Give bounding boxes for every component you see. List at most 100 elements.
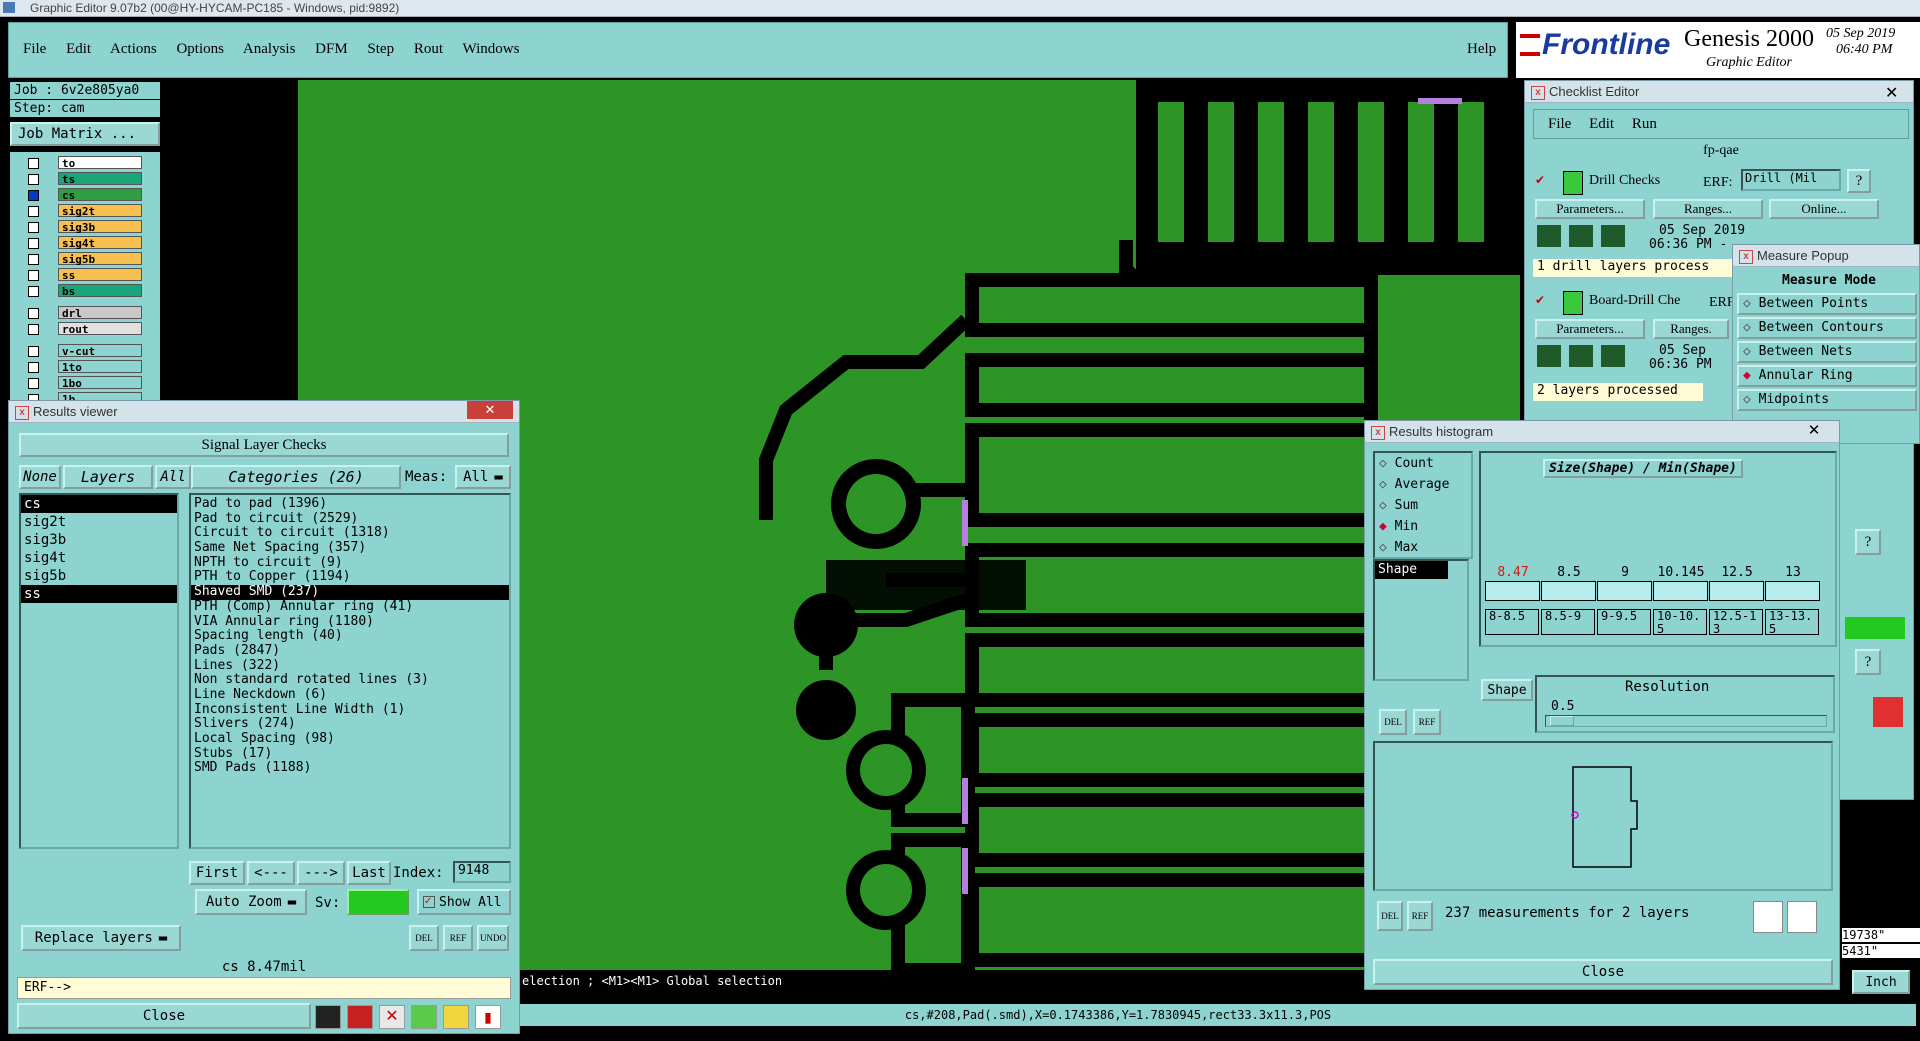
category-list[interactable]: Pad to pad (1396) Pad to circuit (2529) Ci… (189, 493, 511, 849)
check1-erf-input[interactable]: Drill (Mil (1741, 169, 1841, 191)
meas-select[interactable]: All ▬ (455, 465, 511, 489)
erf-prompt[interactable]: ERF--> (17, 977, 511, 999)
result-layer-item[interactable]: ss (21, 585, 177, 603)
result-layer-item[interactable]: cs (21, 495, 177, 513)
delete-icon[interactable]: ✕ (379, 1005, 405, 1029)
histogram-close-icon[interactable]: ✕ (1799, 421, 1829, 441)
layer-visibility-checkbox[interactable] (28, 158, 39, 169)
results-viewer-close-icon[interactable]: ✕ (467, 401, 513, 419)
del-button[interactable]: DEL (409, 925, 439, 951)
results-close-button[interactable]: Close (17, 1003, 311, 1029)
index-input[interactable]: 9148 (453, 861, 511, 883)
layer-visibility-checkbox[interactable] (28, 324, 39, 335)
measure-option[interactable]: ◇ Between Contours (1737, 317, 1917, 339)
layer-visibility-checkbox[interactable] (28, 206, 39, 217)
check2-ranges-button[interactable]: Ranges. (1653, 319, 1729, 339)
menu-analysis[interactable]: Analysis (243, 41, 296, 57)
category-item[interactable]: Lines (322) (191, 658, 509, 674)
check1-params-button[interactable]: Parameters... (1535, 199, 1645, 219)
layer-name-label[interactable]: sig4t (58, 236, 142, 250)
category-item[interactable]: Non standard rotated lines (3) (191, 673, 509, 688)
histogram-bar[interactable] (1485, 581, 1540, 601)
category-item[interactable]: Same Net Spacing (357) (191, 540, 509, 556)
histogram-bar[interactable] (1709, 581, 1764, 601)
layer-visibility-checkbox[interactable] (28, 238, 39, 249)
measure-option[interactable]: ◇ Midpoints (1737, 389, 1917, 411)
run-icon[interactable] (1537, 225, 1561, 247)
histogram-bar[interactable] (1541, 581, 1596, 601)
run-icon[interactable] (1601, 345, 1625, 367)
layer-result-list[interactable]: cs sig2t sig3b sig4t sig5b ss (19, 493, 179, 849)
category-item[interactable]: Slivers (274) (191, 717, 509, 732)
menu-rout[interactable]: Rout (414, 41, 443, 57)
category-item[interactable]: Line Neckdown (6) (191, 687, 509, 703)
layer-name-label[interactable]: 1to (58, 360, 142, 374)
measure-option[interactable]: ◆ Annular Ring (1737, 365, 1917, 387)
replace-layers-select[interactable]: Replace layers ▬ (21, 925, 181, 951)
category-item[interactable]: Pads (2847) (191, 643, 509, 659)
menu-edit[interactable]: Edit (66, 41, 91, 57)
histogram-bar[interactable] (1597, 581, 1652, 601)
check-doc-icon[interactable] (411, 1005, 437, 1029)
checklist-menu-edit[interactable]: Edit (1589, 116, 1614, 132)
highlight-icon[interactable] (315, 1005, 341, 1029)
shape-list[interactable]: Shape (1373, 559, 1469, 681)
report-icon[interactable] (443, 1005, 469, 1029)
category-item[interactable]: Shaved SMD (237) (191, 584, 509, 600)
prev-button[interactable]: <--- (247, 861, 295, 885)
histogram-bar[interactable] (1765, 581, 1820, 601)
layer-visibility-checkbox[interactable] (28, 174, 39, 185)
checklist-menu-run[interactable]: Run (1632, 116, 1657, 132)
menu-step[interactable]: Step (367, 41, 394, 57)
next-button[interactable]: ---> (297, 861, 345, 885)
hist-del-button-2[interactable]: DEL (1377, 901, 1403, 931)
histogram-icon[interactable]: ▮ (475, 1005, 501, 1029)
checklist-close-icon[interactable]: ✕ (1885, 83, 1898, 103)
result-layer-item[interactable]: sig4t (21, 549, 177, 567)
layer-visibility-checkbox[interactable] (28, 308, 39, 319)
layer-visibility-checkbox[interactable] (28, 286, 39, 297)
category-item[interactable]: Inconsistent Line Width (1) (191, 702, 509, 718)
check1-help-button[interactable]: ? (1847, 169, 1871, 193)
layer-name-label[interactable]: drl (58, 306, 142, 320)
layer-visibility-checkbox[interactable] (28, 254, 39, 265)
menu-help[interactable]: Help (1467, 41, 1496, 58)
layer-name-label[interactable]: ss (58, 268, 142, 282)
measure-option[interactable]: ◇ Between Points (1737, 293, 1917, 315)
layer-name-label[interactable]: 1bo (58, 376, 142, 390)
slider-handle[interactable] (1550, 716, 1574, 726)
result-layer-item[interactable]: sig3b (21, 531, 177, 549)
menu-windows[interactable]: Windows (463, 41, 520, 57)
layer-name-label[interactable]: to (58, 156, 142, 170)
layer-name-label[interactable]: sig2t (58, 204, 142, 218)
stat-option[interactable]: ◇ Max (1375, 537, 1471, 558)
category-item[interactable]: PTH (Comp) Annular ring (41) (191, 599, 509, 615)
all-button[interactable]: All (155, 465, 191, 489)
layer-name-label[interactable]: rout (58, 322, 142, 336)
layers-button[interactable]: Layers (63, 465, 153, 489)
category-item[interactable]: SMD Pads (1188) (191, 761, 509, 776)
layer-visibility-checkbox[interactable] (28, 222, 39, 233)
first-button[interactable]: First (189, 861, 245, 885)
category-item[interactable]: Local Spacing (98) (191, 731, 509, 747)
last-button[interactable]: Last (347, 861, 391, 885)
layer-name-label[interactable]: bs (58, 284, 142, 298)
layer-visibility-checkbox[interactable] (28, 378, 39, 389)
run-icon[interactable] (1537, 345, 1561, 367)
stat-option[interactable]: ◆ Min (1375, 516, 1471, 537)
category-item[interactable]: Circuit to circuit (1318) (191, 526, 509, 541)
layer-visibility-checkbox[interactable] (28, 346, 39, 357)
layer-visibility-checkbox[interactable] (28, 270, 39, 281)
layer-visibility-checkbox[interactable] (28, 362, 39, 373)
check1-toggle-icon[interactable]: ✔ (1535, 173, 1545, 187)
menu-options[interactable]: Options (176, 41, 224, 57)
measure-option[interactable]: ◇ Between Nets (1737, 341, 1917, 363)
layer-visibility-checkbox[interactable] (28, 190, 39, 201)
category-item[interactable]: PTH to Copper (1194) (191, 570, 509, 585)
hist-del-button[interactable]: DEL (1379, 709, 1407, 735)
menu-dfm[interactable]: DFM (315, 41, 348, 57)
job-matrix-button[interactable]: Job Matrix ... (10, 122, 160, 146)
layer-name-label[interactable]: cs (58, 188, 142, 202)
shape-list-item[interactable]: Shape (1375, 561, 1448, 579)
category-item[interactable]: Stubs (17) (191, 746, 509, 762)
